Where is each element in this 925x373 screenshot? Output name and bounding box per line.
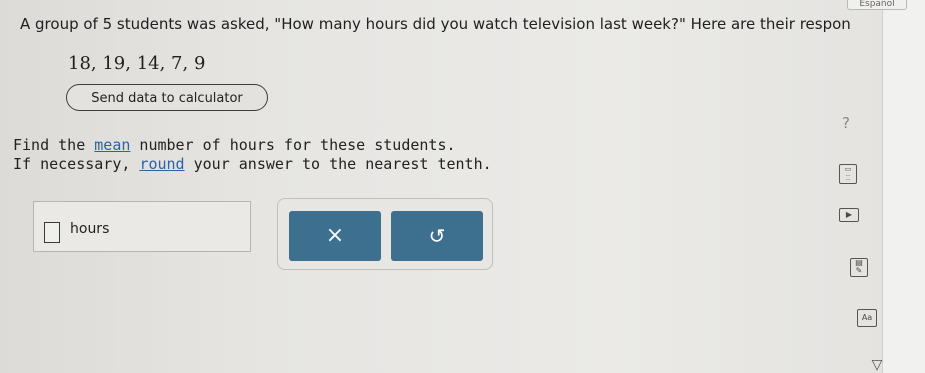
question-prompt: A group of 5 students was asked, "How ma…: [20, 15, 851, 33]
clear-icon: ×: [325, 223, 345, 248]
right-toolbar: [882, 0, 925, 373]
question-panel: A group of 5 students was asked, "How ma…: [0, 0, 882, 373]
instruction-line-2: If necessary, round your answer to the n…: [13, 155, 492, 173]
answer-input[interactable]: [44, 222, 60, 243]
mean-link[interactable]: mean: [94, 136, 130, 154]
notes-icon[interactable]: ▤ ✎: [850, 258, 868, 277]
instruction-text: number of hours for these students.: [130, 136, 456, 154]
unit-label: hours: [70, 221, 110, 237]
instruction-text: your answer to the nearest tenth.: [184, 155, 492, 173]
instruction-text: If necessary,: [13, 155, 140, 173]
instruction-text: Find the: [13, 136, 95, 154]
send-to-calculator-button[interactable]: Send data to calculator: [66, 84, 268, 111]
chevron-down-icon[interactable]: ▽: [867, 358, 887, 372]
instruction-line-1: Find the mean number of hours for these …: [13, 136, 456, 154]
answer-area: hours: [33, 201, 251, 252]
text-size-icon[interactable]: Aa: [857, 309, 877, 327]
play-icon[interactable]: ▶: [839, 208, 859, 222]
undo-button[interactable]: ↺: [391, 211, 483, 261]
clear-button[interactable]: ×: [289, 211, 381, 261]
data-values: 18, 19, 14, 7, 9: [68, 53, 206, 74]
undo-icon: ↺: [428, 224, 446, 248]
calculator-icon[interactable]: ▭ ⁚⁚: [839, 164, 857, 184]
round-link[interactable]: round: [139, 155, 184, 173]
action-buttons-panel: × ↺: [277, 198, 493, 270]
help-icon[interactable]: ?: [837, 114, 855, 132]
language-button[interactable]: Español: [847, 0, 907, 10]
